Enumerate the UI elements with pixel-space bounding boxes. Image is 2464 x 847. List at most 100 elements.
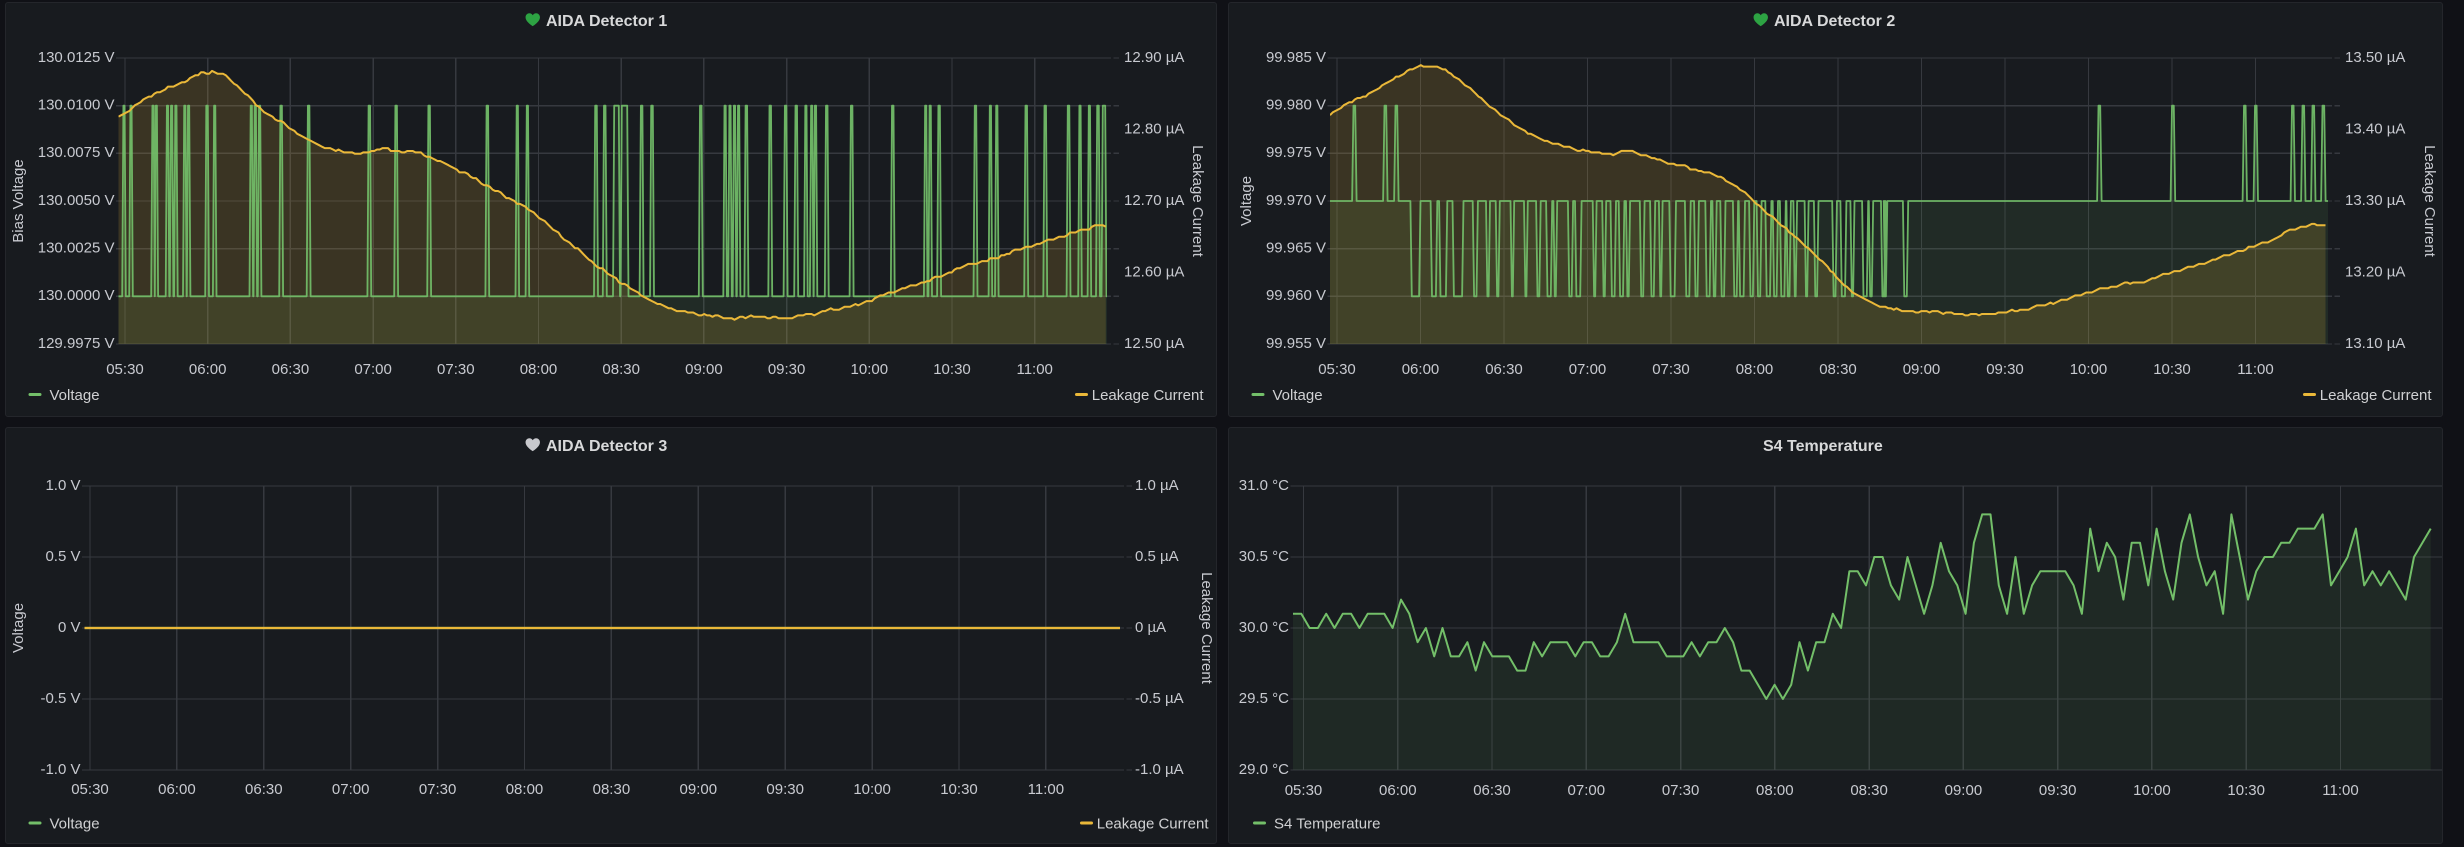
svg-text:07:30: 07:30 [1662, 782, 1700, 799]
svg-text:0 µA: 0 µA [1135, 619, 1166, 636]
svg-text:12.60 µA: 12.60 µA [1124, 263, 1184, 280]
svg-text:10:30: 10:30 [2153, 361, 2191, 378]
svg-text:06:30: 06:30 [245, 781, 283, 798]
svg-text:Leakage Current: Leakage Current [1189, 145, 1206, 258]
svg-text:12.80 µA: 12.80 µA [1124, 120, 1184, 137]
svg-text:S4 Temperature: S4 Temperature [1274, 816, 1380, 833]
svg-text:30.5 °C: 30.5 °C [1239, 548, 1289, 565]
svg-text:-1.0 V: -1.0 V [40, 761, 80, 778]
svg-text:99.985 V: 99.985 V [1266, 49, 1326, 66]
svg-text:10:00: 10:00 [853, 781, 891, 798]
svg-text:13.40 µA: 13.40 µA [2345, 120, 2405, 137]
svg-text:09:30: 09:30 [766, 781, 804, 798]
svg-text:10:30: 10:30 [940, 781, 978, 798]
svg-text:06:30: 06:30 [272, 361, 310, 378]
svg-text:09:00: 09:00 [680, 781, 718, 798]
svg-text:-0.5 µA: -0.5 µA [1135, 690, 1184, 707]
svg-text:06:00: 06:00 [158, 781, 196, 798]
svg-text:09:00: 09:00 [685, 361, 723, 378]
svg-text:05:30: 05:30 [71, 781, 109, 798]
svg-text:06:00: 06:00 [189, 361, 227, 378]
svg-text:13.20 µA: 13.20 µA [2345, 263, 2405, 280]
svg-text:06:00: 06:00 [1379, 782, 1417, 799]
svg-text:Leakage Current: Leakage Current [2320, 387, 2433, 404]
svg-text:06:30: 06:30 [1485, 361, 1523, 378]
svg-text:130.0125 V: 130.0125 V [38, 49, 115, 66]
svg-text:09:30: 09:30 [1986, 361, 2024, 378]
svg-text:09:30: 09:30 [768, 361, 806, 378]
svg-text:08:00: 08:00 [506, 781, 544, 798]
svg-text:1.0 µA: 1.0 µA [1135, 477, 1179, 494]
svg-text:99.965 V: 99.965 V [1266, 240, 1326, 257]
svg-text:09:00: 09:00 [1945, 782, 1983, 799]
svg-text:99.980 V: 99.980 V [1266, 97, 1326, 114]
svg-text:S4 Temperature: S4 Temperature [1763, 438, 1883, 455]
svg-text:99.955 V: 99.955 V [1266, 335, 1326, 352]
svg-text:-0.5 V: -0.5 V [40, 690, 80, 707]
svg-text:130.0025 V: 130.0025 V [38, 240, 115, 257]
svg-text:99.970 V: 99.970 V [1266, 192, 1326, 209]
svg-text:12.70 µA: 12.70 µA [1124, 192, 1184, 209]
svg-text:08:00: 08:00 [520, 361, 558, 378]
svg-text:130.0100 V: 130.0100 V [38, 97, 115, 114]
svg-text:12.50 µA: 12.50 µA [1124, 335, 1184, 352]
svg-text:10:00: 10:00 [851, 361, 889, 378]
svg-text:08:30: 08:30 [1850, 782, 1888, 799]
svg-text:11:00: 11:00 [2322, 782, 2358, 799]
svg-text:AIDA Detector 2: AIDA Detector 2 [1774, 13, 1895, 30]
svg-text:Bias Voltage: Bias Voltage [10, 159, 27, 242]
svg-text:Leakage Current: Leakage Current [1092, 387, 1205, 404]
svg-text:129.9975 V: 129.9975 V [38, 335, 115, 352]
svg-text:130.0000 V: 130.0000 V [38, 287, 115, 304]
svg-text:Voltage: Voltage [1273, 387, 1323, 404]
svg-text:06:00: 06:00 [1402, 361, 1440, 378]
svg-text:31.0 °C: 31.0 °C [1239, 477, 1289, 494]
svg-text:09:30: 09:30 [2039, 782, 2077, 799]
svg-text:07:00: 07:00 [1568, 782, 1606, 799]
svg-text:08:00: 08:00 [1756, 782, 1794, 799]
svg-text:05:30: 05:30 [1318, 361, 1356, 378]
svg-text:130.0050 V: 130.0050 V [38, 192, 115, 209]
svg-text:Voltage: Voltage [50, 816, 100, 833]
svg-text:30.0 °C: 30.0 °C [1239, 619, 1289, 636]
svg-text:Leakage Current: Leakage Current [2421, 145, 2438, 258]
svg-text:10:30: 10:30 [2227, 782, 2265, 799]
svg-text:11:00: 11:00 [1016, 361, 1052, 378]
svg-text:-1.0 µA: -1.0 µA [1135, 761, 1184, 778]
svg-text:05:30: 05:30 [1285, 782, 1323, 799]
svg-text:05:30: 05:30 [106, 361, 144, 378]
svg-text:07:30: 07:30 [437, 361, 475, 378]
svg-text:1.0 V: 1.0 V [45, 477, 80, 494]
svg-text:12.90 µA: 12.90 µA [1124, 49, 1184, 66]
svg-text:10:00: 10:00 [2070, 361, 2108, 378]
svg-text:99.960 V: 99.960 V [1266, 287, 1326, 304]
svg-text:Voltage: Voltage [10, 603, 27, 653]
svg-text:08:30: 08:30 [602, 361, 640, 378]
svg-text:10:00: 10:00 [2133, 782, 2171, 799]
svg-text:0.5 V: 0.5 V [45, 548, 80, 565]
svg-text:08:00: 08:00 [1736, 361, 1774, 378]
svg-text:99.975 V: 99.975 V [1266, 144, 1326, 161]
svg-text:07:30: 07:30 [1652, 361, 1690, 378]
svg-text:11:00: 11:00 [1028, 781, 1064, 798]
svg-text:0 V: 0 V [58, 619, 81, 636]
svg-text:AIDA Detector 1: AIDA Detector 1 [546, 13, 667, 30]
svg-text:29.0 °C: 29.0 °C [1239, 761, 1289, 778]
svg-text:29.5 °C: 29.5 °C [1239, 690, 1289, 707]
svg-text:10:30: 10:30 [933, 361, 971, 378]
svg-text:07:30: 07:30 [419, 781, 457, 798]
svg-text:0.5 µA: 0.5 µA [1135, 548, 1179, 565]
svg-text:Voltage: Voltage [50, 387, 100, 404]
svg-text:08:30: 08:30 [1819, 361, 1857, 378]
svg-text:Leakage Current: Leakage Current [1097, 816, 1210, 833]
svg-text:09:00: 09:00 [1903, 361, 1941, 378]
svg-text:08:30: 08:30 [593, 781, 631, 798]
svg-text:Voltage: Voltage [1238, 176, 1255, 226]
svg-text:07:00: 07:00 [354, 361, 392, 378]
svg-text:130.0075 V: 130.0075 V [38, 144, 115, 161]
svg-text:07:00: 07:00 [1569, 361, 1607, 378]
svg-text:11:00: 11:00 [2237, 361, 2273, 378]
svg-text:13.10 µA: 13.10 µA [2345, 335, 2405, 352]
svg-text:06:30: 06:30 [1473, 782, 1511, 799]
svg-text:13.30 µA: 13.30 µA [2345, 192, 2405, 209]
